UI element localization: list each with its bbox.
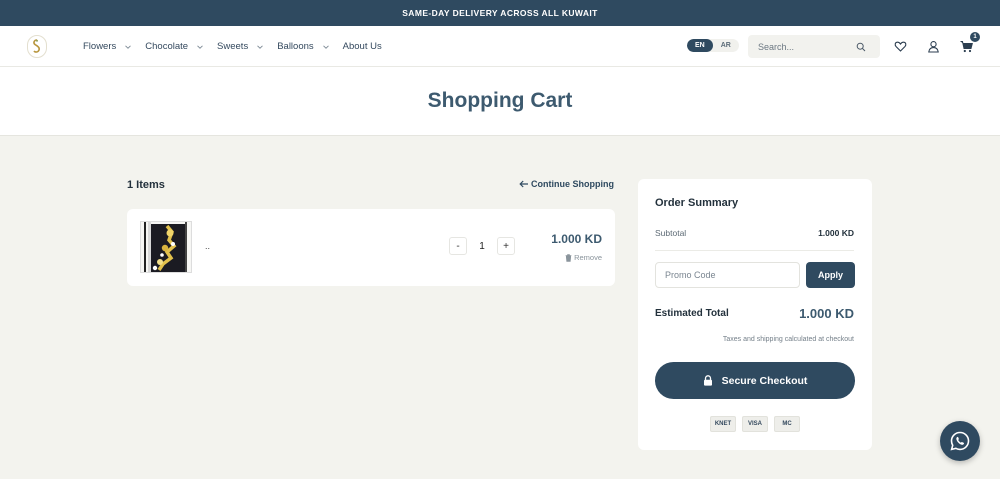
subtotal-label: Subtotal [655,228,687,238]
heart-icon[interactable] [894,40,907,53]
product-image[interactable] [140,221,192,273]
nav-item-label: Balloons [277,41,314,52]
secure-checkout-button[interactable]: Secure Checkout [655,362,855,399]
increase-quantity-button[interactable]: + [497,237,515,255]
product-thumbnail-icon [141,222,191,272]
nav-menu: Flowers Chocolate Sweets Balloons About … [83,26,395,67]
quantity-value[interactable]: 1 [467,241,497,252]
page-header: Shopping Cart [0,67,1000,136]
announcement-text: SAME-DAY DELIVERY ACROSS ALL KUWAIT [402,8,598,18]
subtotal-value: 1.000 KD [818,228,854,238]
estimated-total-label: Estimated Total [655,308,729,319]
remove-label: Remove [574,253,602,262]
nav-item-label: About Us [342,41,382,52]
nav-item-label: Chocolate [145,41,189,52]
logo[interactable] [27,35,47,58]
payment-knet-badge: KNET [710,416,736,432]
main-nav: Flowers Chocolate Sweets Balloons About … [0,26,1000,67]
language-toggle: EN AR [687,39,739,52]
secure-checkout-label: Secure Checkout [721,374,808,387]
tax-shipping-note: Taxes and shipping calculated at checkou… [722,336,854,343]
whatsapp-chat-button[interactable] [940,421,980,461]
product-name[interactable]: .. [205,241,210,251]
promo-code-input[interactable] [655,262,800,288]
remove-item-button[interactable]: Remove [565,253,602,262]
nav-item-about-us[interactable]: About Us [343,41,382,52]
divider [655,250,854,251]
order-summary-title: Order Summary [655,197,739,209]
cart-icon[interactable] [960,40,973,53]
nav-item-chocolate[interactable]: Chocolate [145,41,204,52]
search-box [748,35,880,58]
nav-item-label: Flowers [83,41,117,52]
trash-icon [565,253,572,262]
cart-item: .. - 1 + 1.000 KD Remove [127,209,615,286]
continue-shopping-link[interactable]: Continue Shopping [519,179,614,189]
quantity-stepper: - 1 + [449,237,515,255]
nav-item-flowers[interactable]: Flowers [83,41,132,52]
search-input[interactable] [748,41,856,52]
decrease-quantity-button[interactable]: - [449,237,467,255]
estimated-total-value: 1.000 KD [799,306,854,321]
apply-promo-button[interactable]: Apply [806,262,855,288]
lang-en-button[interactable]: EN [687,39,713,52]
nav-item-label: Sweets [217,41,249,52]
lang-ar-button[interactable]: AR [713,39,739,52]
nav-item-balloons[interactable]: Balloons [277,41,329,52]
page-title: Shopping Cart [427,89,573,112]
chevron-down-icon [322,44,329,49]
order-summary-panel: Order Summary Subtotal 1.000 KD Apply Es… [638,179,872,450]
chevron-down-icon [197,44,203,49]
announcement-bar: SAME-DAY DELIVERY ACROSS ALL KUWAIT [0,0,1000,26]
arrow-left-icon [519,180,528,188]
chevron-down-icon [257,44,264,49]
whatsapp-icon [950,431,970,451]
cart-count-badge: 1 [970,32,980,42]
chevron-down-icon [125,44,132,49]
continue-shopping-label: Continue Shopping [531,179,614,189]
payment-visa-badge: VISA [742,416,768,432]
lock-icon [703,375,712,386]
nav-item-sweets[interactable]: Sweets [217,41,264,52]
user-icon[interactable] [927,40,940,53]
logo-mark-icon [33,39,40,53]
cart-items-count: 1 Items [127,179,165,191]
item-price: 1.000 KD [551,232,602,246]
search-icon[interactable] [856,42,866,52]
payment-mc-badge: MC [774,416,800,432]
